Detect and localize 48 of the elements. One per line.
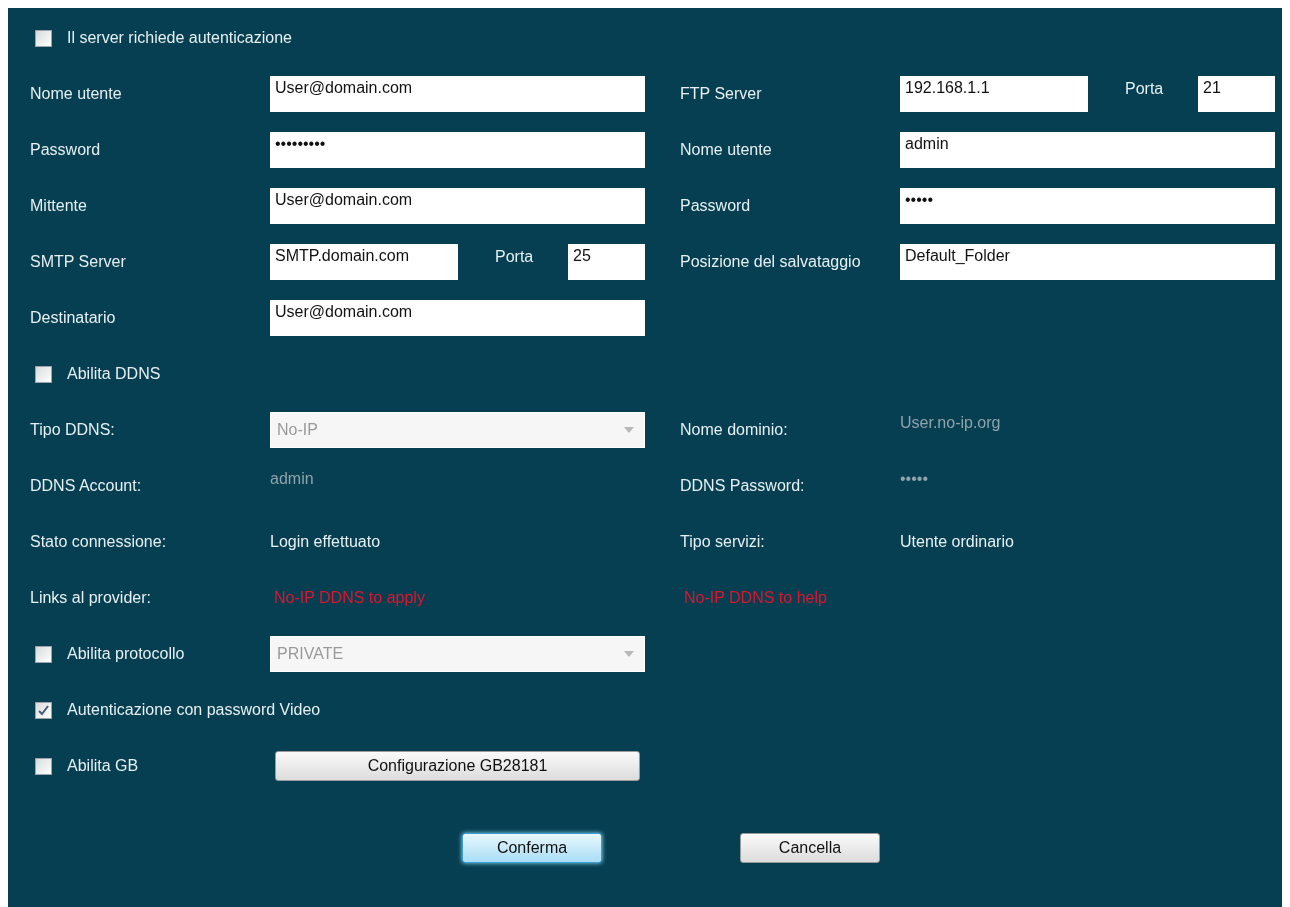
field-label: SMTP Server [30,253,127,271]
dialog-button[interactable]: Conferma [462,833,602,863]
value-text: Utente ordinario [900,533,1015,551]
checkbox[interactable] [35,757,52,775]
port-label: Porta [1124,79,1165,98]
input-field[interactable]: User@domain.com [270,300,645,336]
field-label: DDNS Password: [680,477,806,495]
checkbox[interactable] [35,701,52,719]
field-label: Mittente [30,197,88,215]
checkbox[interactable] [35,365,52,383]
value-text: Login effettuato [270,533,382,551]
dropdown-caret-icon [624,651,634,657]
input-field[interactable]: Default_Folder [900,244,1275,280]
value-text: User.no-ip.org [900,413,1002,432]
input-field[interactable]: User@domain.com [270,76,645,112]
server-field[interactable]: SMTP.domain.com [270,244,458,280]
checkbox-label: Abilita GB [67,757,139,775]
field-label: Nome dominio: [680,421,789,439]
port-label: Porta [494,247,535,266]
field-label: Posizione del salvataggio [680,253,862,271]
dialog-button[interactable]: Cancella [740,833,880,863]
checkbox-label: Abilita protocollo [67,645,185,663]
input-field[interactable]: admin [900,132,1275,168]
value-text: ••••• [900,469,929,488]
field-label: Tipo DDNS: [30,421,116,439]
field-label: Tipo servizi: [680,533,766,551]
field-label: DDNS Account: [30,477,143,495]
field-label: Password [680,197,752,215]
checkbox-label: Autenticazione con password Video [67,701,321,719]
port-field[interactable]: 25 [568,244,645,280]
input-field[interactable]: User@domain.com [270,188,645,224]
field-label: Nome utente [30,85,123,103]
field-label: Destinatario [30,309,117,327]
field-label: Stato connessione: [30,533,168,551]
port-field[interactable]: 21 [1198,76,1275,112]
value-text: admin [270,469,315,488]
checkbox[interactable] [35,29,52,47]
checkbox-label: Il server richiede autenticazione [67,29,292,47]
field-label: FTP Server [680,85,763,103]
input-field[interactable]: ••••• [900,188,1275,224]
server-field[interactable]: 192.168.1.1 [900,76,1088,112]
dropdown-caret-icon [624,427,634,433]
input-field[interactable]: ••••••••• [270,132,645,168]
field-label: Nome utente [680,141,773,159]
field-label: Password [30,141,102,159]
field-label: Links al provider: [30,589,152,607]
gb-config-button[interactable]: Configurazione GB28181 [275,751,640,781]
checkbox-label: Abilita DDNS [67,365,161,383]
